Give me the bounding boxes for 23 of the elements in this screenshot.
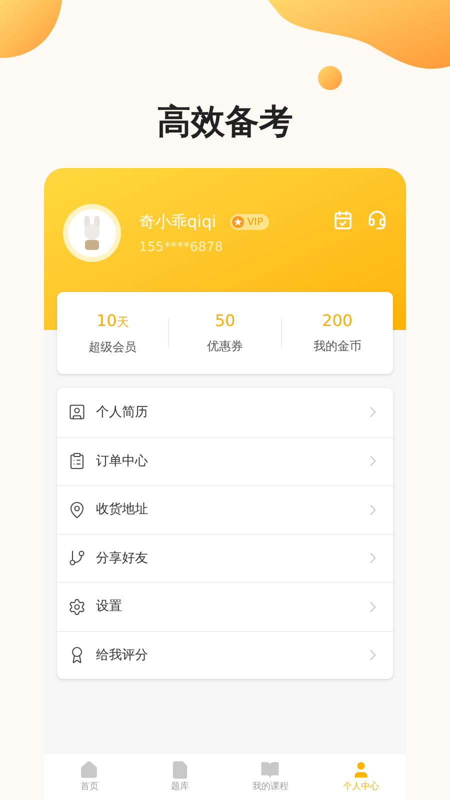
map-pin-icon: [68, 500, 86, 519]
stat-item[interactable]: 50 优惠券: [169, 311, 281, 355]
share-icon: [68, 549, 86, 568]
calendar-check-icon[interactable]: [333, 210, 353, 230]
stat-item[interactable]: 10天 超级会员: [57, 310, 168, 356]
menu-item[interactable]: 个人简历: [57, 388, 393, 436]
phone-number: 155****6878: [139, 239, 224, 257]
clipboard-icon: [68, 452, 86, 470]
menu-item[interactable]: 给我评分: [57, 630, 393, 679]
menu-item[interactable]: 收货地址: [57, 485, 393, 534]
book-icon: [260, 760, 280, 780]
vip-badge: VIP: [230, 214, 270, 230]
menu-item[interactable]: 设置: [57, 582, 393, 630]
headline: 高效备考: [157, 101, 293, 144]
user-name: 奇小乖qiqi: [139, 211, 216, 233]
menu-item[interactable]: 订单中心: [57, 436, 393, 485]
settings-icon: [68, 598, 86, 616]
menu-item[interactable]: 分享好友: [57, 534, 393, 582]
home-icon: [79, 760, 100, 780]
star-icon: [232, 216, 244, 228]
headset-icon[interactable]: [367, 210, 387, 230]
resume-icon: [68, 403, 86, 422]
stat-item[interactable]: 200 我的金币: [282, 311, 393, 355]
